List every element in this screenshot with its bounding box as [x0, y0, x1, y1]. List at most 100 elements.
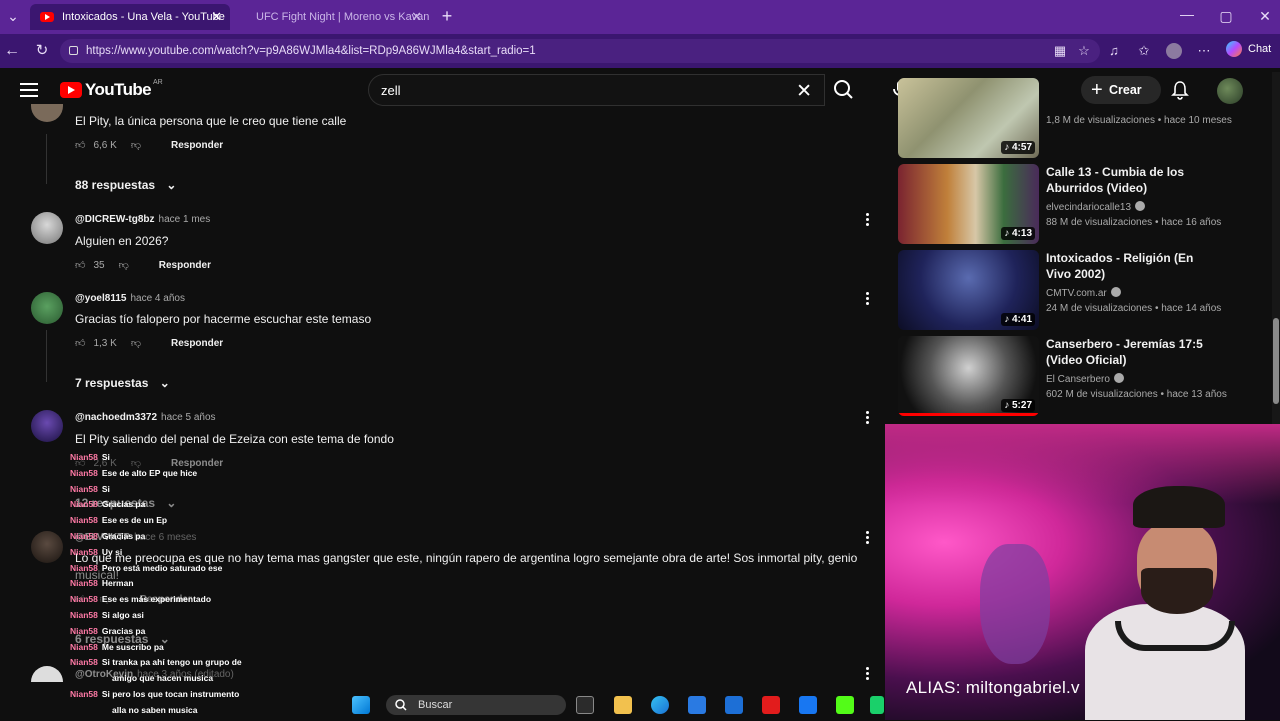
chat-nick: Nian58 — [70, 625, 98, 636]
recommendation-item[interactable]: ♪ 4:57 1,8 M de visualizaciones • hace 1… — [898, 78, 1268, 158]
reply-button[interactable]: Responder — [159, 260, 211, 271]
windows-start-icon[interactable] — [352, 696, 370, 714]
tab-list-chevron-icon[interactable]: ⌄ — [6, 8, 20, 25]
chat-nick: Nian58 — [70, 515, 98, 526]
video-thumbnail[interactable]: ♪ 5:27 — [898, 336, 1039, 416]
comment-menu-icon[interactable] — [866, 411, 870, 425]
clear-search-icon[interactable]: ✕ — [796, 80, 812, 103]
comment-menu-icon[interactable] — [866, 213, 870, 227]
chat-text: Si — [101, 483, 110, 494]
streamer-alias: ALIAS: miltongabriel.v — [906, 678, 1080, 697]
channel-name[interactable]: elvecindariocalle13 — [1046, 201, 1146, 213]
avatar[interactable] — [31, 104, 63, 122]
avatar[interactable] — [31, 292, 63, 324]
browser-tab-bar: ⌄ Intoxicados - Una Vela - YouTube ✕ UFC… — [0, 0, 1280, 34]
comment-author[interactable]: @nachoedm3372 hace 5 años — [75, 412, 216, 423]
close-tab-icon[interactable]: ✕ — [411, 9, 422, 25]
chat-message: Nian58 Si — [70, 452, 330, 468]
comment-menu-icon[interactable] — [866, 292, 870, 306]
replies-toggle[interactable]: 7 respuestas ⌄ — [75, 376, 170, 390]
avatar[interactable] — [31, 410, 63, 442]
copilot-chat-button[interactable]: Chat — [1226, 41, 1271, 57]
chat-message: Nian58 Ese es más experimentado — [70, 594, 330, 610]
comment-author[interactable]: @DICREW-tg8bz hace 1 mes — [75, 214, 210, 225]
favorites-icon[interactable]: ✩ — [1136, 43, 1152, 59]
new-tab-icon[interactable]: + — [438, 6, 456, 27]
task-view-icon[interactable] — [576, 696, 594, 714]
tab-ufc[interactable]: UFC Fight Night | Moreno vs Kavan ✕ — [236, 4, 430, 30]
like-icon[interactable]: 👍︎ — [75, 139, 85, 151]
avatar[interactable] — [31, 212, 63, 244]
chat-nick: Nian58 — [70, 657, 98, 668]
outlook-icon[interactable] — [725, 696, 743, 714]
dislike-icon[interactable]: 👎︎ — [119, 259, 129, 271]
video-title[interactable]: Canserbero - Jeremías 17:5 (Video Oficia… — [1046, 336, 1216, 368]
video-thumbnail[interactable]: ♪ 4:41 — [898, 250, 1039, 330]
channel-name[interactable]: CMTV.com.ar — [1046, 287, 1121, 299]
chat-text: Ese de alto EP que hice — [101, 467, 198, 478]
reply-button[interactable]: Responder — [171, 338, 223, 349]
search-input[interactable]: zell ✕ — [368, 74, 825, 106]
reply-button[interactable]: Responder — [171, 140, 223, 151]
search-placeholder: Buscar — [418, 699, 453, 711]
edge-icon[interactable] — [651, 696, 669, 714]
video-title[interactable]: Calle 13 - Cumbia de los Aburridos (Vide… — [1046, 164, 1216, 196]
dislike-icon[interactable]: 👎︎ — [131, 139, 141, 151]
chat-nick: Nian58 — [70, 641, 98, 652]
more-icon[interactable]: ⋯ — [1196, 43, 1212, 59]
channel-name[interactable]: El Canserbero — [1046, 373, 1124, 385]
kick-icon[interactable] — [836, 696, 854, 714]
like-icon[interactable]: 👍︎ — [75, 259, 85, 271]
maximize-icon[interactable]: ▢ — [1219, 8, 1233, 25]
avatar[interactable] — [31, 666, 63, 682]
recommendation-item[interactable]: ♪ 4:41 Intoxicados - Religión (En Vivo 2… — [898, 250, 1268, 330]
youtube-logo[interactable]: YouTube AR — [60, 79, 163, 100]
chat-text: Herman — [101, 578, 134, 589]
apps-icon[interactable]: ▦ — [1052, 43, 1068, 59]
avatar[interactable] — [31, 531, 63, 563]
scrollbar-thumb[interactable] — [1273, 318, 1279, 404]
extensions-icon[interactable]: ♫ — [1106, 43, 1122, 59]
stream-chat-overlay: Nian58 Si Nian58 Ese de alto EP que hice Nia… — [70, 452, 330, 721]
chat-message: Nian58 Gracias pa — [70, 626, 330, 642]
comment-menu-icon[interactable] — [866, 667, 870, 681]
video-thumbnail[interactable]: ♪ 4:13 — [898, 164, 1039, 244]
comment-text: El Pity saliendo del penal de Ezeiza con… — [75, 432, 394, 446]
recommendation-item[interactable]: ♪ 5:27 Canserbero - Jeremías 17:5 (Video… — [898, 336, 1268, 416]
verified-icon — [1135, 201, 1146, 211]
comment-author[interactable]: @yoel8115 hace 4 años — [75, 293, 185, 304]
dislike-icon[interactable]: 👎︎ — [131, 337, 141, 349]
like-icon[interactable]: 👍︎ — [75, 337, 85, 349]
chat-nick: Nian58 — [70, 546, 98, 557]
url-field[interactable]: https://www.youtube.com/watch?v=p9A86WJM… — [60, 39, 1100, 63]
comment-text: Gracias tío falopero por hacerme escucha… — [75, 312, 372, 326]
comment-menu-icon[interactable] — [866, 531, 870, 545]
file-explorer-icon[interactable] — [614, 696, 632, 714]
chat-message: Nian58 Si — [70, 484, 330, 500]
video-title[interactable]: Intoxicados - Religión (En Vivo 2002) — [1046, 250, 1216, 282]
facebook-icon[interactable] — [799, 696, 817, 714]
youtube-play-icon — [60, 82, 82, 98]
chat-text: Me suscribo pa — [101, 641, 164, 652]
close-window-icon[interactable]: ✕ — [1258, 8, 1272, 25]
chat-text: alla no saben musica — [112, 704, 198, 715]
chat-text: Gracias pa — [101, 625, 146, 636]
tab-youtube[interactable]: Intoxicados - Una Vela - YouTube ✕ — [30, 4, 230, 30]
profile-icon[interactable] — [1166, 43, 1182, 59]
store-icon[interactable] — [688, 696, 706, 714]
close-tab-icon[interactable]: ✕ — [211, 9, 222, 25]
recommendation-item[interactable]: ♪ 4:13 Calle 13 - Cumbia de los Aburrido… — [898, 164, 1268, 244]
back-icon[interactable]: ← — [4, 43, 20, 59]
reload-icon[interactable]: ↻ — [34, 43, 50, 59]
taskbar-search[interactable]: Buscar — [386, 695, 566, 715]
youtube-app-icon[interactable] — [762, 696, 780, 714]
video-thumbnail[interactable]: ♪ 4:57 — [898, 78, 1039, 158]
comment-actions: 👍︎ 1,3 K 👎︎ Responder — [75, 337, 223, 350]
favorite-star-icon[interactable]: ☆ — [1076, 43, 1092, 59]
chat-text: Si — [101, 452, 110, 462]
menu-icon[interactable] — [20, 83, 38, 97]
minimize-icon[interactable]: — — [1180, 6, 1194, 22]
replies-toggle[interactable]: 88 respuestas ⌄ — [75, 178, 176, 192]
app-icon[interactable] — [870, 696, 884, 714]
search-button[interactable] — [825, 74, 863, 106]
